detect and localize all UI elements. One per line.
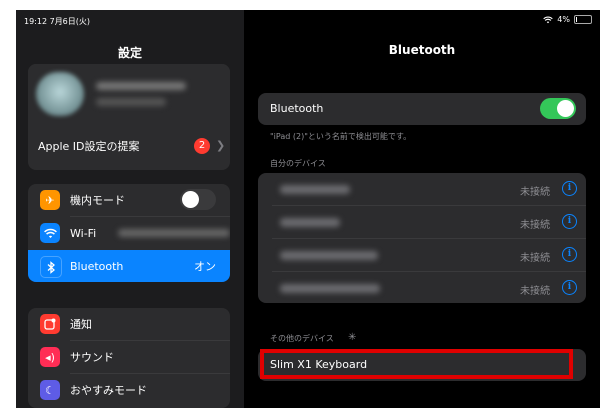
bluetooth-toggle-row: Bluetooth [258,93,586,125]
status-time: 19:12 7月6日(火) [24,17,91,26]
notifications-label: 通知 [70,318,92,331]
wifi-network-blur [118,229,230,237]
ipad-screen: 19:12 7月6日(火) 設定 Apple ID設定の提案 2 ❯ ✈ 機内モ… [16,10,600,408]
sidebar-item-dnd[interactable]: ☾ おやすみモード [28,374,230,406]
device-name-blur [280,218,340,227]
airplane-label: 機内モード [70,194,125,207]
device-status: 未接続 [520,253,550,264]
sidebar-item-sound[interactable]: ◂) サウンド [28,341,230,373]
device-name-blur [280,251,378,260]
bluetooth-label: Bluetooth [70,259,124,273]
highlight-box [260,349,573,379]
sidebar-item-bluetooth[interactable]: Bluetooth オン [28,250,230,282]
bluetooth-value: オン [194,260,216,273]
chevron-right-icon: ❯ [216,139,226,152]
profile-sub-blur [96,98,166,106]
notification-icon [40,314,60,334]
sound-icon: ◂) [40,347,60,367]
dnd-label: おやすみモード [70,384,147,397]
device-name-blur [280,185,350,194]
moon-icon: ☾ [40,380,60,400]
my-devices-header: 自分のデバイス [270,159,326,168]
device-row[interactable]: 未接続 i [258,173,586,205]
device-row[interactable]: 未接続 i [258,206,586,238]
discoverable-note: "iPad (2)"という名前で検出可能です。 [270,132,412,141]
device-row[interactable]: 未接続 i [258,239,586,271]
status-bar-right: 4% [543,15,592,24]
bluetooth-detail-pane: 4% Bluetooth Bluetooth "iPad (2)"という名前で検… [244,10,600,408]
info-icon[interactable]: i [562,247,577,262]
sidebar-item-wifi[interactable]: Wi-Fi [28,217,230,249]
settings-sidebar: 19:12 7月6日(火) 設定 Apple ID設定の提案 2 ❯ ✈ 機内モ… [16,10,244,408]
apple-id-group: Apple ID設定の提案 2 ❯ [28,64,230,170]
battery-icon [574,15,592,24]
avatar [36,72,84,116]
my-devices-list: 未接続 i 未接続 i 未接続 i 未接続 i [258,173,586,303]
apple-id-suggestion-label: Apple ID設定の提案 [38,140,140,153]
wifi-icon [40,223,60,243]
sound-label: サウンド [70,351,114,364]
device-status: 未接続 [520,187,550,198]
sidebar-title: 設定 [117,46,142,60]
airplane-icon: ✈ [40,190,60,210]
notifications-group: 通知 ◂) サウンド ☾ おやすみモード [28,308,230,408]
other-devices-header: その他のデバイス [270,334,334,343]
profile-card[interactable] [28,64,230,124]
bluetooth-icon [40,256,62,278]
battery-percent: 4% [557,15,570,24]
bluetooth-switch[interactable] [540,98,576,119]
info-icon[interactable]: i [562,181,577,196]
wifi-status-icon [543,16,553,23]
device-name-blur [280,284,380,293]
wifi-label: Wi-Fi [70,226,97,240]
apple-id-suggestion-row[interactable]: Apple ID設定の提案 2 ❯ [28,126,230,166]
page-title: Bluetooth [388,43,456,57]
sidebar-item-notifications[interactable]: 通知 [28,308,230,340]
sidebar-item-airplane[interactable]: ✈ 機内モード [28,184,230,216]
profile-name-blur [96,82,186,90]
info-icon[interactable]: i [562,280,577,295]
device-row[interactable]: 未接続 i [258,272,586,303]
bluetooth-toggle-label: Bluetooth [270,102,324,115]
airplane-toggle[interactable] [180,189,216,210]
suggestion-badge: 2 [194,138,210,154]
connectivity-group: ✈ 機内モード Wi-Fi Bluetooth オン [28,184,230,282]
info-icon[interactable]: i [562,214,577,229]
device-status: 未接続 [520,220,550,231]
loading-spinner-icon: ✳ [348,332,357,343]
device-status: 未接続 [520,286,550,297]
